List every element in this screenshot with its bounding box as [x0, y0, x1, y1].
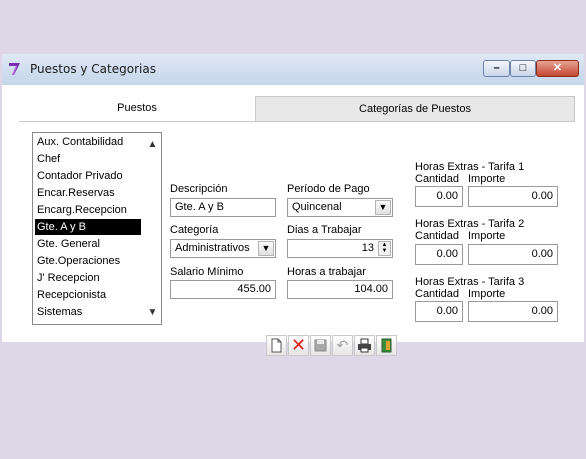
categoria-label: Categoría — [170, 224, 219, 236]
title-bar: Puestos y Categorias – □ ✕ — [2, 54, 584, 86]
chevron-down-icon[interactable]: ▼ — [375, 200, 391, 215]
save-icon — [314, 339, 327, 352]
salario-input[interactable]: 455.00 — [170, 280, 276, 299]
periodo-value: Quincenal — [292, 201, 342, 213]
new-button[interactable] — [266, 335, 287, 356]
undo-icon: ↶ — [336, 337, 349, 353]
horas-input[interactable]: 104.00 — [287, 280, 393, 299]
list-item[interactable]: Gte. General — [37, 236, 100, 252]
window: Puestos y Categorias – □ ✕ Puestos Categ… — [2, 54, 584, 356]
tarifa1-title: Horas Extras - Tarifa 1 — [415, 161, 525, 173]
new-icon — [271, 338, 282, 353]
client-area: Puestos Categorías de Puestos Aux. Conta… — [2, 85, 584, 356]
app-icon — [9, 63, 20, 75]
tarifa3-importe-label: Importe — [468, 288, 506, 300]
tab-categorias[interactable]: Categorías de Puestos — [255, 96, 575, 121]
spinner-arrows-icon[interactable]: ▲ ▼ — [378, 241, 391, 256]
window-title: Puestos y Categorias — [30, 62, 156, 76]
tarifa1-importe-input[interactable]: 0.00 — [468, 186, 558, 207]
close-button[interactable]: ✕ — [536, 60, 579, 77]
exit-icon — [381, 338, 392, 353]
list-item[interactable]: Aux. Contabilidad — [37, 134, 123, 150]
close-icon: ✕ — [552, 62, 563, 74]
list-item[interactable]: Encar.Reservas — [37, 185, 115, 201]
tarifa1-cantidad-label: Cantidad — [415, 173, 460, 185]
periodo-label: Período de Pago — [287, 183, 370, 195]
descripcion-label: Descripción — [170, 183, 228, 195]
list-item[interactable]: Sistemas — [37, 304, 82, 320]
list-item[interactable]: Contador Privado — [37, 168, 123, 184]
print-button[interactable] — [354, 335, 375, 356]
horas-label: Horas a trabajar — [287, 266, 366, 278]
list-item-selected[interactable]: Gte. A y B — [35, 219, 141, 235]
list-item[interactable]: Chef — [37, 151, 60, 167]
dias-value: 13 — [361, 242, 374, 254]
print-icon — [358, 338, 371, 353]
dias-spinner[interactable]: 13 ▲ ▼ — [287, 239, 393, 258]
dias-label: Dias a Trabajar — [287, 224, 362, 236]
categoria-value: Administrativos — [175, 242, 250, 254]
categoria-select[interactable]: Administrativos ▼ — [170, 239, 276, 258]
tab-puestos[interactable]: Puestos — [19, 96, 255, 121]
maximize-icon: □ — [519, 62, 527, 74]
save-button[interactable] — [310, 335, 331, 356]
exit-button[interactable] — [376, 335, 397, 356]
tarifa3-importe-input[interactable]: 0.00 — [468, 301, 558, 322]
maximize-button[interactable]: □ — [510, 60, 536, 77]
tarifa2-cantidad-label: Cantidad — [415, 230, 460, 242]
chevron-down-icon[interactable]: ▼ — [258, 241, 274, 256]
descripcion-input[interactable]: Gte. A y B — [170, 198, 276, 217]
list-item[interactable]: Encarg.Recepcion — [37, 202, 127, 218]
puestos-list[interactable]: Aux. Contabilidad Chef Contador Privado … — [32, 132, 162, 325]
minimize-button[interactable]: – — [483, 60, 510, 77]
tarifa2-importe-label: Importe — [468, 230, 506, 242]
list-item[interactable]: Gte.Operaciones — [37, 253, 120, 269]
tarifa3-title: Horas Extras - Tarifa 3 — [415, 276, 525, 288]
tarifa2-cantidad-input[interactable]: 0.00 — [415, 244, 463, 265]
tarifa3-cantidad-input[interactable]: 0.00 — [415, 301, 463, 322]
tarifa3-cantidad-label: Cantidad — [415, 288, 460, 300]
undo-button[interactable]: ↶ — [332, 335, 353, 356]
delete-button[interactable]: ✕ — [288, 335, 309, 356]
scroll-down-icon[interactable]: ▼ — [144, 307, 161, 318]
tarifa2-title: Horas Extras - Tarifa 2 — [415, 218, 525, 230]
delete-icon: ✕ — [290, 335, 307, 355]
scroll-up-icon[interactable]: ▲ — [144, 139, 161, 150]
tarifa2-importe-input[interactable]: 0.00 — [468, 244, 558, 265]
tab-panel: Aux. Contabilidad Chef Contador Privado … — [19, 121, 575, 343]
salario-label: Salario Mínimo — [170, 266, 244, 278]
list-scrollbar[interactable]: ▲ ▼ — [144, 133, 161, 324]
list-item[interactable]: J' Recepcion — [37, 270, 100, 286]
periodo-select[interactable]: Quincenal ▼ — [287, 198, 393, 217]
tarifa1-importe-label: Importe — [468, 173, 506, 185]
minimize-icon: – — [493, 62, 500, 74]
list-item[interactable]: Recepcionista — [37, 287, 106, 303]
tarifa1-cantidad-input[interactable]: 0.00 — [415, 186, 463, 207]
